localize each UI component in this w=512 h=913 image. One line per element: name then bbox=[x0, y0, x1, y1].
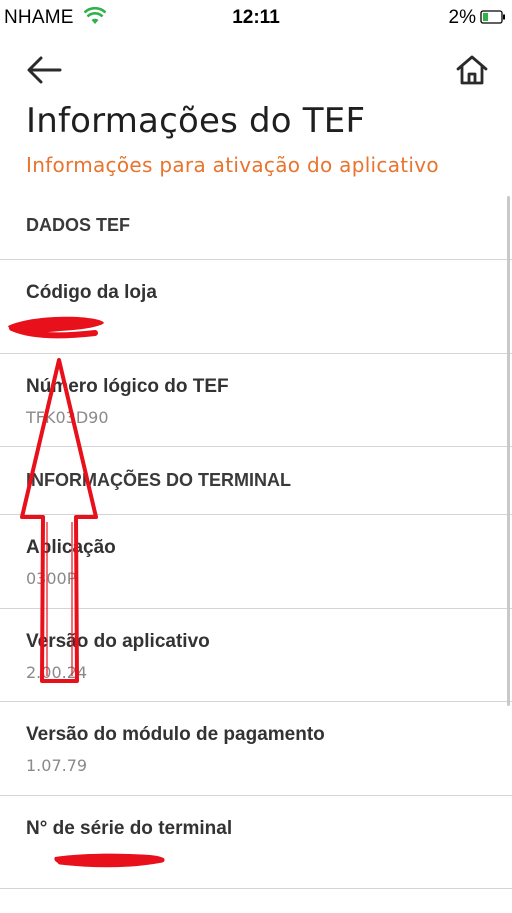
item-label: Número lógico do TEF bbox=[26, 375, 229, 397]
item-label: N° de série do terminal bbox=[26, 817, 233, 839]
item-value: 1.07.79 bbox=[26, 756, 88, 775]
item-label: Código da loja bbox=[26, 282, 157, 303]
section-header-terminal: INFORMAÇÕES DO TERMINAL bbox=[0, 447, 512, 515]
list-item-aplicacao: Aplicação 0300P bbox=[0, 515, 512, 609]
home-button[interactable] bbox=[450, 48, 494, 92]
item-value: 2.00.24 bbox=[26, 662, 88, 682]
list-item-numero-serie: N° de série do terminal bbox=[0, 796, 512, 889]
clock: 12:11 bbox=[232, 7, 280, 28]
back-button[interactable] bbox=[22, 50, 66, 90]
item-value: TFK03D90 bbox=[26, 407, 109, 427]
list-item-codigo-loja: Código da loja bbox=[0, 260, 512, 354]
scrollbar[interactable] bbox=[507, 196, 510, 706]
item-label: Versão do aplicativo bbox=[26, 630, 210, 652]
page-subtitle: Informações para ativação do aplicativo bbox=[26, 153, 439, 177]
navigation-bar bbox=[0, 40, 512, 100]
info-list: DADOS TEF Código da loja Número lógico d… bbox=[0, 192, 512, 889]
item-value: 0300P bbox=[26, 569, 77, 588]
arrow-left-icon bbox=[27, 56, 62, 84]
list-item-numero-logico: Número lógico do TEF TFK03D90 bbox=[0, 354, 512, 447]
battery-percent: 2% bbox=[448, 7, 476, 28]
page-title: Informações do TEF bbox=[26, 101, 366, 141]
list-item-versao-modulo: Versão do módulo de pagamento 1.07.79 bbox=[0, 702, 512, 796]
list-item-versao-aplicativo: Versão do aplicativo 2.00.24 bbox=[0, 609, 512, 702]
home-icon bbox=[456, 55, 488, 85]
item-label: Versão do módulo de pagamento bbox=[26, 724, 325, 745]
section-header-dados-tef: DADOS TEF bbox=[0, 192, 512, 260]
status-bar: NHAME 12:11 2% bbox=[0, 0, 512, 34]
item-label: Aplicação bbox=[26, 537, 116, 558]
battery-icon bbox=[480, 10, 506, 29]
